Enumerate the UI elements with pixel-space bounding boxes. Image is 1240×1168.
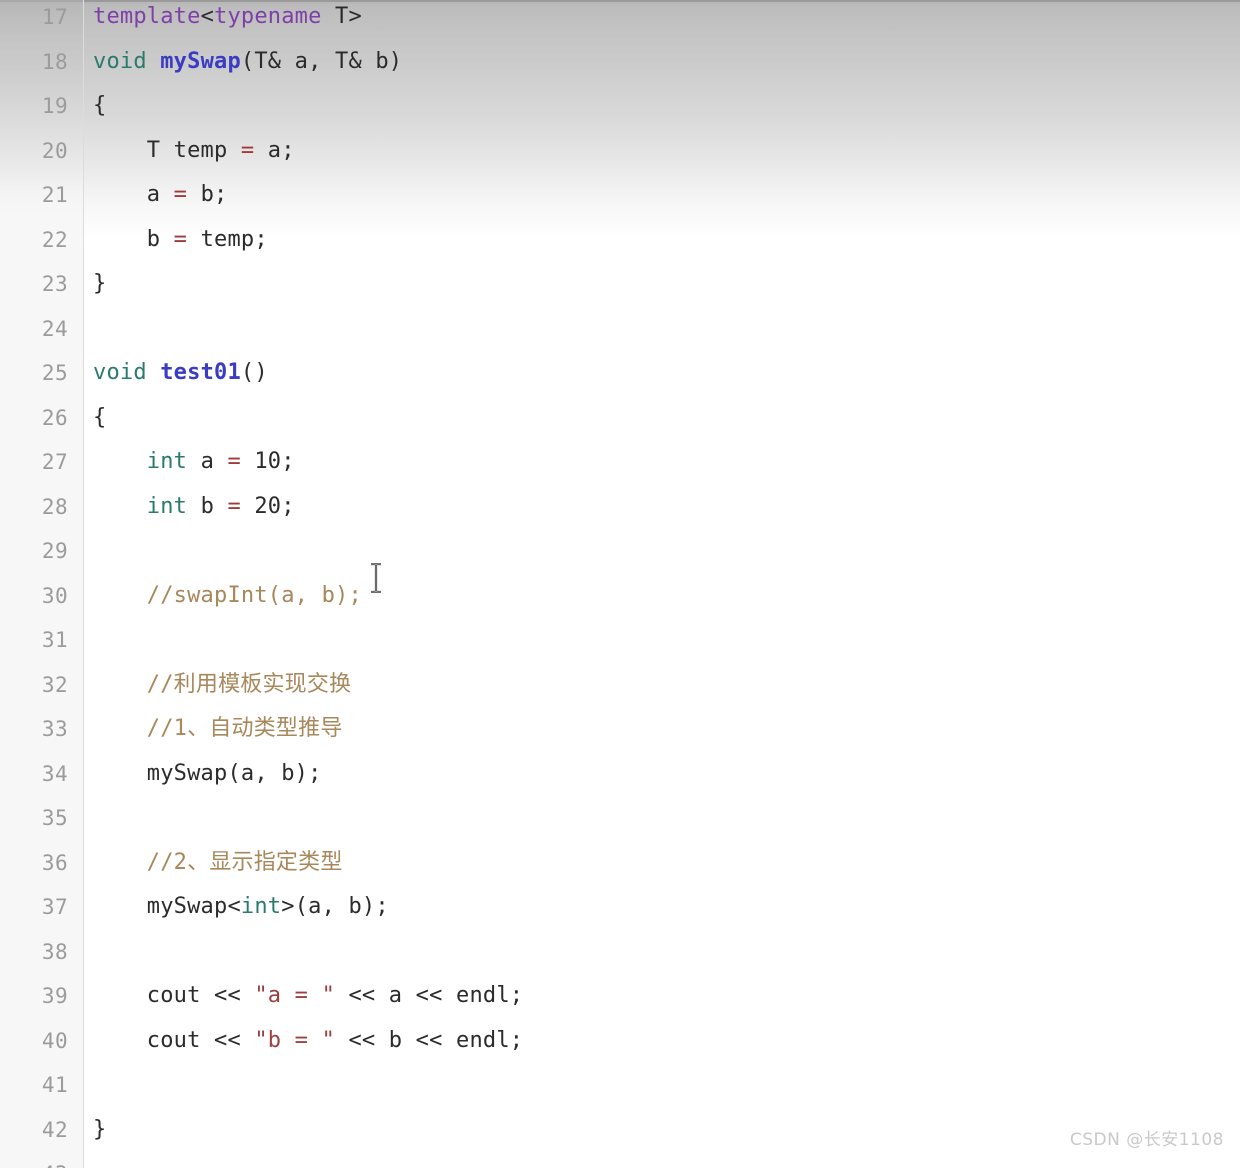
code-token-type: void (93, 360, 147, 385)
code-token-comment: //利用模板实现交换 (93, 671, 352, 697)
code-line[interactable]: //利用模板实现交换 (0, 663, 1240, 707)
code-token-comment: //1、自动类型推导 (93, 716, 343, 741)
code-token-plain: T> (321, 4, 362, 29)
code-line[interactable]: { (0, 84, 1240, 128)
code-line-text[interactable]: { (93, 396, 106, 440)
code-token-plain: T temp (93, 137, 241, 163)
code-line[interactable]: cout << "b = " << b << endl; (0, 1019, 1240, 1063)
code-line[interactable]: template<typename T> (0, 0, 1240, 39)
code-token-plain: a; (254, 137, 295, 163)
code-token-plain: () (240, 360, 268, 385)
code-token-type: void (93, 48, 147, 74)
code-line[interactable]: b = temp; (0, 218, 1240, 262)
code-line[interactable]: mySwap(a, b); (0, 752, 1240, 796)
code-line[interactable] (0, 307, 1240, 351)
code-token-fn: mySwap (160, 48, 241, 74)
code-token-fn: test01 (160, 360, 241, 385)
code-token-plain: mySwap(a, b); (93, 760, 322, 786)
code-line-text[interactable]: //1、自动类型推导 (93, 707, 343, 751)
code-line-text[interactable]: a = b; (93, 173, 228, 217)
code-token-plain: b; (187, 182, 228, 207)
code-line-text[interactable]: cout << "b = " << b << endl; (93, 1019, 523, 1063)
code-token-type: int (146, 493, 188, 519)
code-line-text[interactable]: //2、显示指定类型 (93, 841, 343, 885)
code-line-text[interactable]: cout << "a = " << a << endl; (93, 974, 523, 1018)
code-token-plain: b (93, 226, 174, 252)
code-line-text[interactable]: mySwap<int>(a, b); (93, 885, 389, 929)
code-token-op: = (173, 182, 188, 207)
code-line-text[interactable]: b = temp; (93, 218, 268, 262)
code-token-op: = (227, 493, 241, 519)
code-token-plain: } (93, 1116, 107, 1142)
code-token-plain: { (93, 404, 107, 430)
code-token-comment: //swapInt(a, b); (93, 582, 362, 608)
code-line[interactable]: void mySwap(T& a, T& b) (0, 40, 1240, 84)
code-line-text[interactable]: T temp = a; (93, 129, 295, 173)
code-editor[interactable]: 17 18 19 20 21 22 23 24 25 26 27 28 29 30 31 32 33 34 35 36… (0, 0, 1240, 1168)
code-line[interactable]: //2、显示指定类型 (0, 841, 1240, 885)
code-line[interactable]: { (0, 396, 1240, 440)
code-line[interactable] (0, 796, 1240, 840)
code-line[interactable] (0, 618, 1240, 662)
code-line[interactable]: int b = 20; (0, 485, 1240, 529)
code-line-text[interactable]: } (93, 1108, 106, 1152)
code-token-plain: 20; (240, 493, 295, 519)
code-line[interactable]: //swapInt(a, b); (0, 574, 1240, 618)
code-line[interactable]: cout << "a = " << a << endl; (0, 974, 1240, 1018)
code-line[interactable]: } (0, 1108, 1240, 1152)
code-token-plain: mySwap< (93, 894, 241, 919)
code-token-plain: { (93, 93, 107, 118)
code-token-plain: << a << endl; (335, 983, 524, 1008)
code-line[interactable]: } (0, 262, 1240, 306)
code-line-text[interactable]: int b = 20; (93, 485, 295, 529)
code-line[interactable]: mySwap<int>(a, b); (0, 885, 1240, 929)
code-token-plain: b (187, 493, 228, 519)
code-token-op: = (227, 449, 241, 474)
code-line[interactable] (0, 1063, 1240, 1107)
code-token-comment: //2、显示指定类型 (93, 849, 343, 875)
code-line-text[interactable]: { (93, 84, 106, 128)
code-line[interactable]: //1、自动类型推导 (0, 707, 1240, 751)
code-line-text[interactable]: //利用模板实现交换 (93, 663, 351, 707)
code-line[interactable]: a = b; (0, 173, 1240, 217)
code-line[interactable]: void test01() (0, 351, 1240, 395)
code-line[interactable] (0, 930, 1240, 974)
code-line[interactable]: T temp = a; (0, 129, 1240, 173)
code-token-plain: temp; (187, 226, 268, 252)
code-token-plain: << b << endl; (335, 1027, 524, 1053)
code-token-op: = (240, 137, 255, 163)
code-token-type: int (240, 894, 282, 919)
code-token-plain: < (200, 4, 215, 29)
code-token-plain: } (93, 271, 107, 296)
code-token-plain: a (187, 449, 228, 474)
code-line[interactable]: int a = 10; (0, 440, 1240, 484)
code-token-plain: cout << (93, 1027, 255, 1053)
code-token-plain: 10; (240, 449, 295, 474)
code-token-type: int (146, 449, 188, 474)
code-token-plain: >(a, b); (281, 894, 389, 919)
code-line-text[interactable]: int a = 10; (93, 440, 295, 484)
code-token-plain: a (93, 182, 174, 207)
code-line-text[interactable]: void mySwap(T& a, T& b) (93, 40, 402, 84)
code-text-surface[interactable]: template<typename T> void mySwap(T& a, T&… (0, 0, 1240, 1168)
code-token-kw: typename (214, 4, 322, 29)
code-line-text[interactable]: mySwap(a, b); (93, 752, 322, 796)
csdn-watermark: CSDN @长安1108 (1069, 1130, 1224, 1150)
code-line-text[interactable]: void test01() (93, 351, 268, 395)
code-line-text[interactable]: } (93, 262, 106, 306)
code-token-string: "b = " (254, 1027, 336, 1053)
code-token-kw: template (93, 4, 201, 29)
code-line-text[interactable]: template<typename T> (93, 0, 362, 39)
code-line[interactable] (0, 529, 1240, 573)
code-token-plain: cout << (93, 983, 255, 1008)
code-token-string: "a = " (254, 983, 336, 1008)
code-token-op: = (173, 226, 188, 252)
code-token-plain: (T& a, T& b) (240, 48, 403, 74)
code-line-text[interactable]: //swapInt(a, b); (93, 574, 362, 618)
code-line[interactable] (0, 1152, 1240, 1168)
